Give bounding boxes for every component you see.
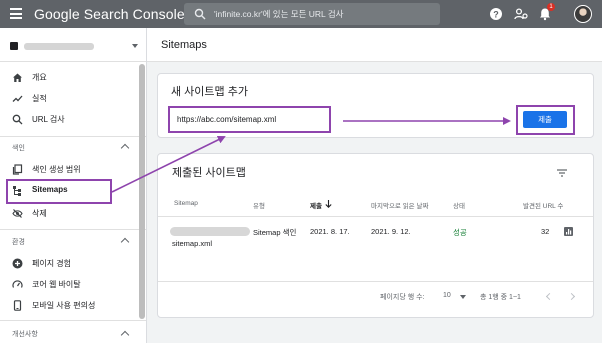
sitemap-url-value: https://abc.com/sitemap.xml (177, 115, 277, 124)
column-header-type[interactable]: 유형 (253, 200, 265, 210)
add-sitemap-card: 새 사이트맵 추가 https://abc.com/sitemap.xml 제출 (157, 73, 594, 138)
eye-off-icon (12, 209, 23, 218)
submit-button-highlight: 제출 (516, 105, 575, 135)
sidebar-item-label: 삭제 (32, 209, 47, 218)
property-name-redacted (24, 43, 94, 50)
cell-discovered-urls: 32 (541, 227, 550, 236)
filter-icon[interactable] (557, 169, 567, 177)
submit-button[interactable]: 제출 (523, 111, 567, 128)
search-placeholder: 'infinite.co.kr'에 있는 모든 URL 검사 (214, 9, 344, 19)
plus-circle-icon (12, 258, 23, 269)
search-icon (12, 114, 23, 125)
sidebar-item-page-experience[interactable]: 페이지 경험 (0, 254, 146, 272)
sidebar-divider (0, 61, 146, 62)
chevron-up-icon[interactable] (120, 237, 130, 247)
add-sitemap-title: 새 사이트맵 추가 (171, 86, 248, 98)
chevron-down-icon (132, 44, 138, 48)
rows-per-page-label: 페이지당 행 수: (380, 294, 425, 301)
sidebar-item-label: 모바일 사용 편의성 (32, 301, 96, 310)
main-content: Sitemaps 새 사이트맵 추가 https://abc.com/sitem… (147, 28, 602, 343)
chevron-up-icon[interactable] (120, 330, 130, 340)
account-avatar[interactable] (574, 5, 592, 23)
submitted-sitemaps-card: 제출된 사이트맵 Sitemap 유형 제출 마지막으로 읽은 날짜 상태 발견… (157, 153, 594, 318)
sidebar-item-label: 실적 (32, 94, 47, 103)
property-icon (10, 42, 18, 50)
table-divider (158, 216, 593, 217)
section-label-experience: 환경 (12, 239, 25, 246)
home-icon (13, 73, 22, 82)
sitemaps-highlight-annotation (6, 179, 112, 204)
column-header-status[interactable]: 상태 (453, 200, 465, 210)
sidebar-divider (0, 320, 146, 321)
sidebar-item-removals[interactable]: 삭제 (0, 204, 146, 222)
sidebar-item-overview[interactable]: 개요 (0, 68, 146, 86)
manage-users-icon[interactable] (514, 7, 528, 21)
notification-badge: 1 (547, 3, 555, 11)
trending-up-icon (12, 95, 23, 102)
rows-per-page-select[interactable]: 10 (443, 292, 451, 299)
cell-type: Sitemap 색인 (253, 228, 297, 237)
app-logo[interactable]: Google Search Console (34, 6, 185, 22)
table-divider (158, 281, 593, 282)
sidebar-item-label: 개요 (32, 73, 47, 82)
section-label-index: 색인 (12, 145, 25, 152)
next-page-icon[interactable] (567, 292, 576, 301)
chevron-down-icon[interactable] (460, 295, 466, 299)
speed-icon (12, 280, 23, 288)
sidebar-divider (0, 229, 146, 230)
cell-last-read: 2021. 9. 12. (371, 227, 411, 236)
top-app-bar: Google Search Console 'infinite.co.kr'에 … (0, 0, 602, 28)
phone-icon (13, 300, 22, 311)
sidebar-item-url-inspection[interactable]: URL 검사 (0, 110, 146, 128)
arrow-down-icon (325, 200, 332, 208)
submitted-sitemaps-title: 제출된 사이트맵 (172, 167, 246, 179)
sidebar-item-core-web-vitals[interactable]: 코어 웹 바이탈 (0, 275, 146, 293)
previous-page-icon[interactable] (545, 292, 554, 301)
page-header: Sitemaps (147, 28, 602, 62)
file-copy-icon (12, 164, 23, 175)
column-header-discovered-urls[interactable]: 발견된 URL 수 (523, 200, 563, 210)
property-selector[interactable] (10, 38, 140, 54)
pagination-range: 총 1행 중 1~1 (480, 294, 521, 301)
search-icon (194, 8, 206, 20)
bar-chart-icon[interactable] (564, 227, 573, 236)
help-icon[interactable]: ? (489, 7, 503, 21)
cell-status: 성공 (453, 228, 467, 237)
sidebar-scrollbar[interactable] (139, 64, 145, 319)
sidebar-item-label: 색인 생성 범위 (32, 165, 81, 174)
cell-submitted: 2021. 8. 17. (310, 227, 350, 236)
chevron-up-icon[interactable] (120, 143, 130, 153)
column-header-last-read[interactable]: 마지막으로 읽은 날짜 (371, 200, 428, 210)
sitemap-url-input[interactable]: https://abc.com/sitemap.xml (168, 106, 331, 133)
url-inspection-search[interactable]: 'infinite.co.kr'에 있는 모든 URL 검사 (184, 3, 440, 25)
column-header-sitemap[interactable]: Sitemap (174, 200, 198, 207)
sidebar-item-label: 코어 웹 바이탈 (32, 280, 81, 289)
page-title: Sitemaps (161, 39, 207, 51)
section-label-enhancements: 개선사항 (12, 331, 38, 338)
sidebar-item-coverage[interactable]: 색인 생성 범위 (0, 160, 146, 178)
sidebar-item-mobile-usability[interactable]: 모바일 사용 편의성 (0, 296, 146, 314)
sidebar-item-label: URL 검사 (32, 115, 65, 124)
cell-sitemap: sitemap.xml (172, 239, 213, 248)
svg-text:?: ? (493, 9, 499, 19)
sidebar-item-label: 페이지 경험 (32, 259, 72, 268)
hamburger-menu-icon[interactable] (10, 8, 22, 19)
sitemap-domain-redacted (170, 227, 250, 236)
sidebar-item-performance[interactable]: 실적 (0, 89, 146, 107)
sidebar-divider (0, 136, 146, 137)
column-header-submitted[interactable]: 제출 (310, 200, 322, 210)
